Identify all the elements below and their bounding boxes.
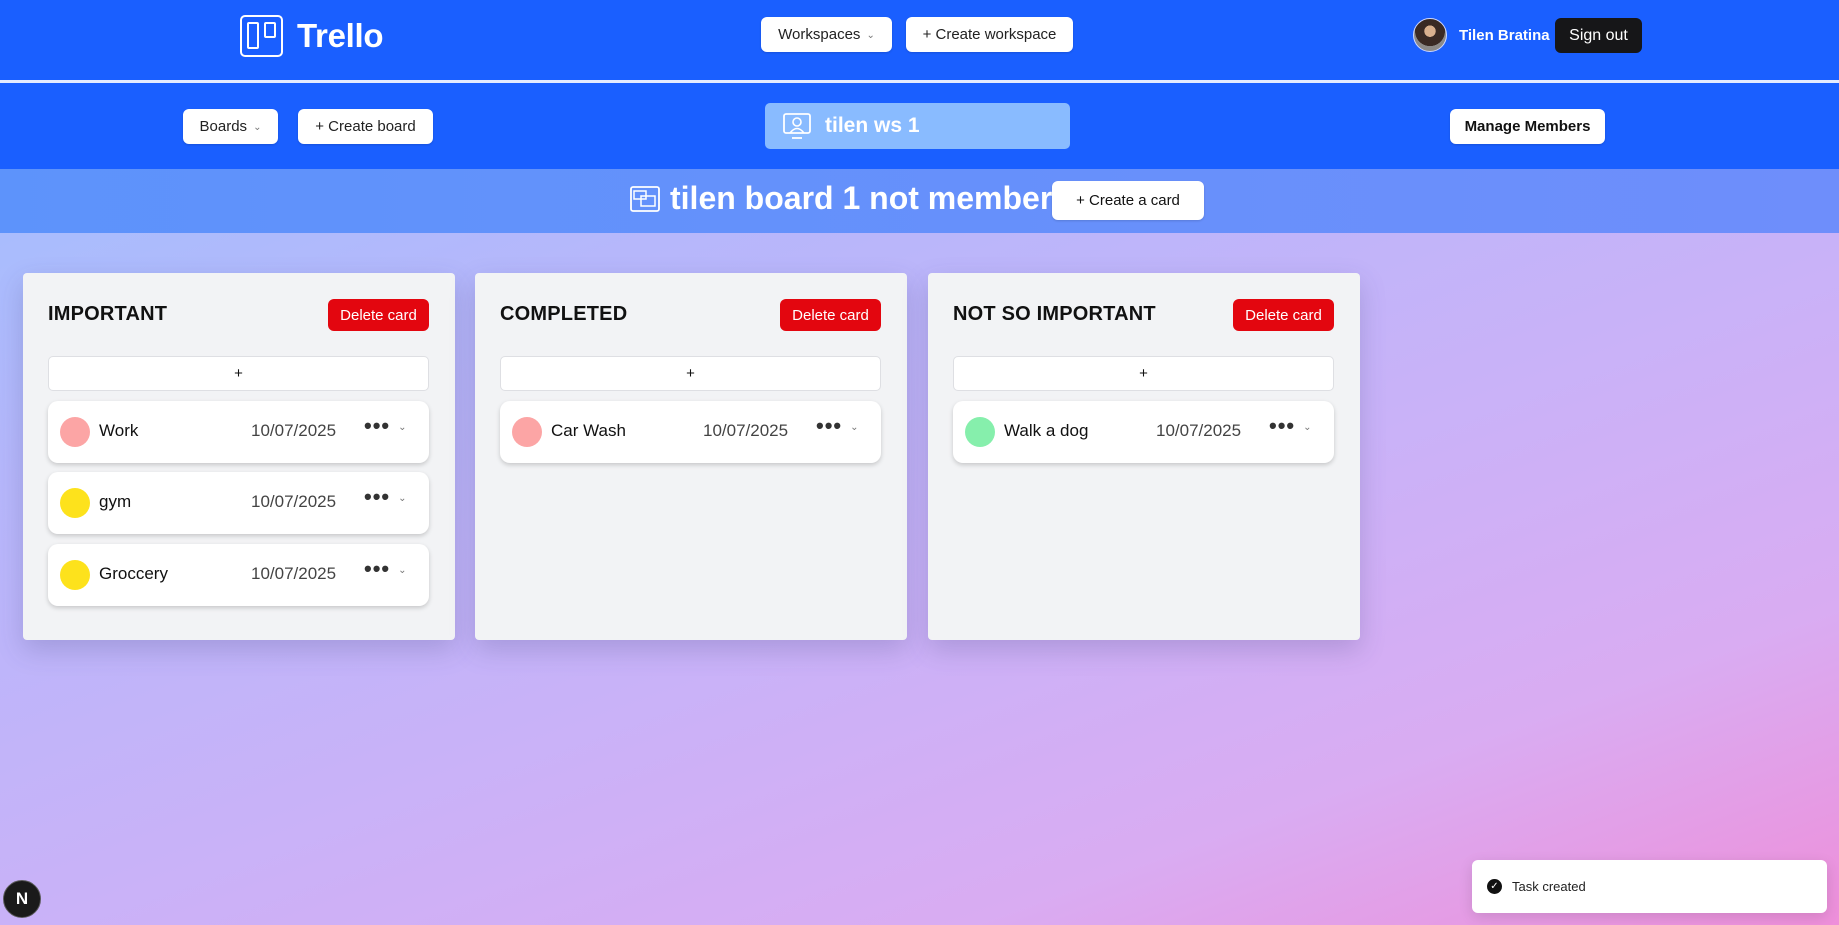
chevron-down-icon: ⌄ [398,492,407,504]
create-workspace-button[interactable]: + Create workspace [906,17,1073,52]
delete-card-button[interactable]: Delete card [1233,299,1334,331]
badge-letter: N [15,889,29,908]
trello-logo-icon [240,15,283,57]
delete-card-label: Delete card [340,306,417,324]
create-card-button[interactable]: + Create a card [1052,181,1204,220]
task-menu-button[interactable]: ••• ⌄ [1269,413,1312,438]
chevron-down-icon: ⌄ [1303,421,1312,433]
chevron-down-icon: ⌄ [398,421,407,433]
task-title: Groccery [99,564,168,583]
task-date: 10/07/2025 [251,421,337,440]
task-card[interactable]: Work 10/07/2025 ••• ⌄ [48,401,429,463]
column-not-so-important: NOT SO IMPORTANT Delete card + Walk a do… [928,273,1360,640]
manage-members-label: Manage Members [1464,118,1591,135]
add-task-label: + [686,365,695,382]
app-name: Trello [297,17,384,54]
workspace-name: tilen ws 1 [825,114,920,137]
task-title: Walk a dog [1004,421,1089,440]
chevron-down-icon: ⌄ [866,30,875,41]
more-dots-icon: ••• [364,484,391,509]
task-date: 10/07/2025 [251,564,337,583]
task-menu-button[interactable]: ••• ⌄ [364,484,407,509]
task-priority-dot [60,417,90,447]
delete-card-button[interactable]: Delete card [328,299,429,331]
column-title: COMPLETED [500,303,628,325]
more-dots-icon: ••• [364,413,391,438]
column-title: IMPORTANT [48,303,168,325]
add-task-label: + [1139,365,1148,382]
delete-card-label: Delete card [792,306,869,324]
nextjs-dev-badge[interactable]: N [3,880,41,918]
task-date: 10/07/2025 [1156,421,1242,440]
task-date: 10/07/2025 [251,492,337,511]
add-task-button[interactable]: + [500,356,881,391]
manage-members-button[interactable]: Manage Members [1450,109,1605,144]
column-completed: COMPLETED Delete card + Car Wash 10/07/2… [475,273,907,640]
user-name: Tilen Bratina [1459,26,1550,44]
delete-card-label: Delete card [1245,306,1322,324]
chevron-down-icon: ⌄ [850,421,859,433]
task-priority-dot [60,488,90,518]
avatar [1413,18,1447,52]
delete-card-button[interactable]: Delete card [780,299,881,331]
add-task-label: + [234,365,243,382]
create-board-button[interactable]: + Create board [298,109,433,144]
boards-label: Boards [199,118,248,135]
toast-notification: ✓ Task created [1472,860,1827,913]
more-dots-icon: ••• [816,413,843,438]
task-date: 10/07/2025 [703,421,789,440]
task-priority-dot [60,560,90,590]
check-icon: ✓ [1487,879,1502,894]
task-title: gym [99,492,132,511]
user-profile[interactable]: Tilen Bratina [1413,18,1550,52]
sign-out-label: Sign out [1569,26,1628,44]
column-important: IMPORTANT Delete card + Work 10/07/2025 … [23,273,455,640]
task-menu-button[interactable]: ••• ⌄ [364,556,407,581]
boards-dropdown[interactable]: Boards ⌄ [183,109,278,144]
task-card[interactable]: gym 10/07/2025 ••• ⌄ [48,472,429,534]
chevron-down-icon: ⌄ [398,564,407,576]
add-task-button[interactable]: + [953,356,1334,391]
more-dots-icon: ••• [364,556,391,581]
task-title: Work [99,421,139,440]
create-workspace-label: + Create workspace [922,26,1057,43]
column-title: NOT SO IMPORTANT [953,303,1156,325]
toast-message: Task created [1512,879,1586,894]
task-menu-button[interactable]: ••• ⌄ [816,413,859,438]
task-card[interactable]: Car Wash 10/07/2025 ••• ⌄ [500,401,881,463]
task-card[interactable]: Groccery 10/07/2025 ••• ⌄ [48,544,429,606]
sign-out-button[interactable]: Sign out [1555,18,1642,53]
board-name: tilen board 1 not member [670,180,1053,216]
board-title: tilen board 1 not member [630,180,1052,217]
task-priority-dot [512,417,542,447]
task-menu-button[interactable]: ••• ⌄ [364,413,407,438]
add-task-button[interactable]: + [48,356,429,391]
chevron-down-icon: ⌄ [253,122,262,133]
task-priority-dot [965,417,995,447]
board-icon [630,185,660,212]
app-logo[interactable]: Trello [240,15,384,57]
create-card-label: + Create a card [1076,192,1180,209]
workspace-name-pill[interactable]: tilen ws 1 [765,103,1070,149]
task-title: Car Wash [551,421,626,440]
task-card[interactable]: Walk a dog 10/07/2025 ••• ⌄ [953,401,1334,463]
more-dots-icon: ••• [1269,413,1296,438]
create-board-label: + Create board [315,118,416,135]
workspaces-label: Workspaces [778,26,861,43]
top-navbar: Trello Workspaces ⌄ + Create workspace T… [0,0,1839,83]
workspaces-dropdown[interactable]: Workspaces ⌄ [761,17,892,52]
workspace-icon [783,113,811,139]
